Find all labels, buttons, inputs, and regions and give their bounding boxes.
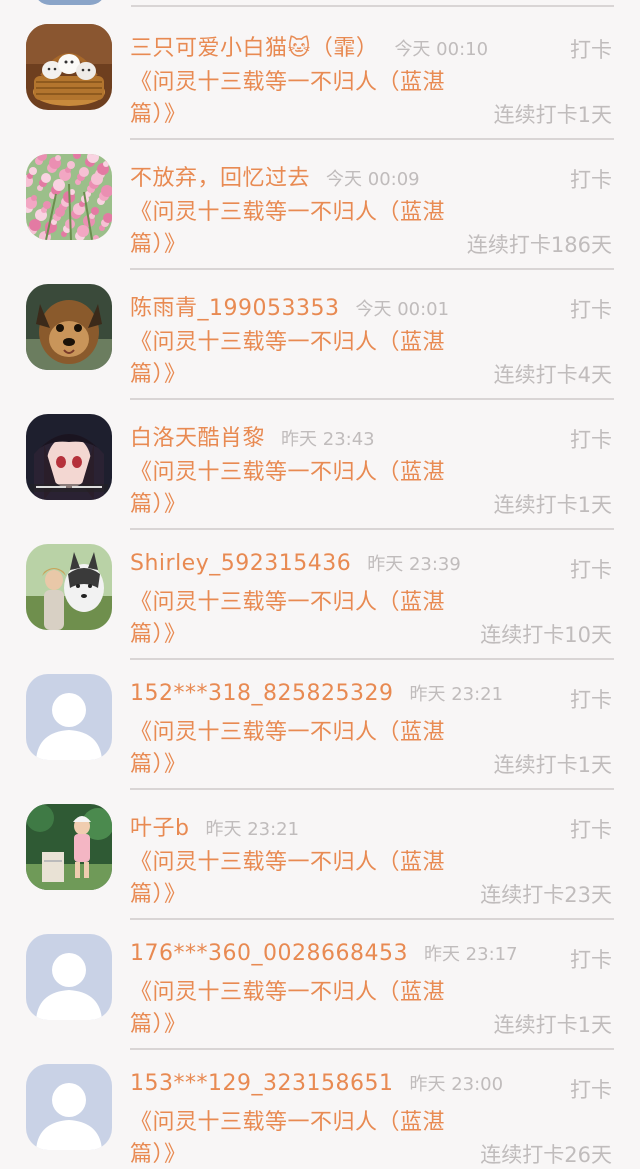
user-name[interactable]: Shirley_592315436 [130,551,351,576]
streak-count: 连续打卡1天 [493,753,612,777]
user-name[interactable]: 三只可爱小白猫🐱（霏） [130,36,378,61]
streak-count: 连续打卡186天 [466,233,612,257]
list-item[interactable]: 153***129_323158651 昨天 23:00 打卡《问灵十三载等一不归人… [0,1050,640,1169]
streak-count: 连续打卡1天 [493,1013,612,1037]
checkin-label: 打卡 [570,558,612,582]
book-title[interactable]: 《问灵十三载等一不归人（蓝湛篇）》 [130,847,460,911]
streak-count: 连续打卡1天 [493,493,612,517]
avatar[interactable] [26,544,112,630]
checkin-label: 打卡 [570,818,612,842]
list-item[interactable]: 176***360_0028668453 昨天 23:17 打卡《问灵十三载等一不归… [0,920,640,1050]
name-line: Shirley_592315436 昨天 23:39 [130,550,520,576]
checkin-time: 今天 00:01 [355,299,450,320]
name-line: 陈雨青_199053353 今天 00:01 [130,290,520,322]
checkin-label: 打卡 [570,948,612,972]
streak-count: 连续打卡10天 [480,623,612,647]
user-name[interactable]: 叶子b [130,816,189,841]
checkin-time: 昨天 23:17 [423,944,518,965]
list-item[interactable]: 不放弃，回忆过去 今天 00:09 打卡《问灵十三载等一不归人（蓝湛篇）》 连续打卡1… [0,140,640,270]
streak-count: 连续打卡4天 [493,363,612,387]
user-name[interactable]: 不放弃，回忆过去 [130,166,310,191]
book-title[interactable]: 《问灵十三载等一不归人（蓝湛篇）》 [130,197,460,261]
user-name[interactable]: 白洛天酷肖黎 [130,426,265,451]
checkin-label: 打卡 [570,38,612,62]
checkin-label: 打卡 [570,298,612,322]
avatar[interactable] [34,0,106,5]
checkin-time: 今天 00:10 [394,39,489,60]
avatar[interactable] [26,154,112,240]
list-item[interactable]: 陈雨青_199053353 今天 00:01 打卡《问灵十三载等一不归人（蓝湛篇）》… [0,270,640,400]
previous-list-item-partial [0,0,640,7]
checkin-time: 昨天 23:21 [205,819,300,840]
checkin-label: 打卡 [570,428,612,452]
list-item[interactable]: 152***318_825825329 昨天 23:21 打卡《问灵十三载等一不归人… [0,660,640,790]
avatar[interactable] [26,674,112,760]
checkin-time: 今天 00:09 [326,169,420,190]
book-title[interactable]: 《问灵十三载等一不归人（蓝湛篇）》 [130,327,460,391]
name-line: 153***129_323158651 昨天 23:00 [130,1070,520,1096]
name-line: 白洛天酷肖黎 昨天 23:43 [130,420,520,452]
checkin-time: 昨天 23:21 [409,684,504,705]
avatar[interactable] [26,414,112,500]
list-item[interactable]: 白洛天酷肖黎 昨天 23:43 打卡《问灵十三载等一不归人（蓝湛篇）》连续打卡1天 [0,400,640,530]
name-line: 152***318_825825329 昨天 23:21 [130,680,520,706]
streak-count: 连续打卡26天 [480,1143,612,1167]
name-line: 叶子b 昨天 23:21 [130,810,520,842]
avatar[interactable] [26,284,112,370]
checkin-list-page: 三只可爱小白猫🐱（霏） 今天 00:10 打卡 《问灵十三载等一不归人（蓝湛篇）》 连续… [0,0,640,1169]
list-item[interactable]: 叶子b 昨天 23:21 打卡《问灵十三载等一不归人（蓝湛篇）》 连续打卡23天 [0,790,640,920]
checkin-time: 昨天 23:00 [409,1074,504,1095]
book-title[interactable]: 《问灵十三载等一不归人（蓝湛篇）》 [130,717,460,781]
name-line: 176***360_0028668453 昨天 23:17 [130,940,520,966]
name-line: 三只可爱小白猫🐱（霏） 今天 00:10 [130,30,520,62]
row-divider [131,5,614,7]
streak-count: 连续打卡1天 [493,103,612,127]
list-item[interactable]: 三只可爱小白猫🐱（霏） 今天 00:10 打卡《问灵十三载等一不归人（蓝湛篇）》连续… [0,10,640,140]
checkin-label: 打卡 [570,688,612,712]
book-title[interactable]: 《问灵十三载等一不归人（蓝湛篇）》 [130,1107,460,1169]
avatar[interactable] [26,1064,112,1150]
book-title[interactable]: 《问灵十三载等一不归人（蓝湛篇）》 [130,587,460,651]
avatar[interactable] [26,934,112,1020]
checkin-time: 昨天 23:39 [367,554,461,575]
book-title[interactable]: 《问灵十三载等一不归人（蓝湛篇）》 [130,457,460,521]
avatar[interactable] [26,24,112,110]
streak-count: 连续打卡23天 [480,883,612,907]
checkin-list: 三只可爱小白猫🐱（霏） 今天 00:10 打卡 《问灵十三载等一不归人（蓝湛篇）》 连续… [0,10,640,1169]
book-title[interactable]: 《问灵十三载等一不归人（蓝湛篇）》 [130,977,460,1041]
user-name[interactable]: 176***360_0028668453 [130,941,408,966]
user-name[interactable]: 153***129_323158651 [130,1071,393,1096]
user-name[interactable]: 152***318_825825329 [130,681,393,706]
user-name[interactable]: 陈雨青_199053353 [130,296,339,321]
list-item[interactable]: Shirley_592315436 昨天 23:39 打卡《问灵十三载等一不归人（蓝… [0,530,640,660]
avatar[interactable] [26,804,112,890]
book-title[interactable]: 《问灵十三载等一不归人（蓝湛篇）》 [130,67,460,131]
checkin-label: 打卡 [570,168,612,192]
checkin-time: 昨天 23:43 [281,429,375,450]
checkin-label: 打卡 [570,1078,612,1102]
name-line: 不放弃，回忆过去 今天 00:09 [130,160,520,192]
